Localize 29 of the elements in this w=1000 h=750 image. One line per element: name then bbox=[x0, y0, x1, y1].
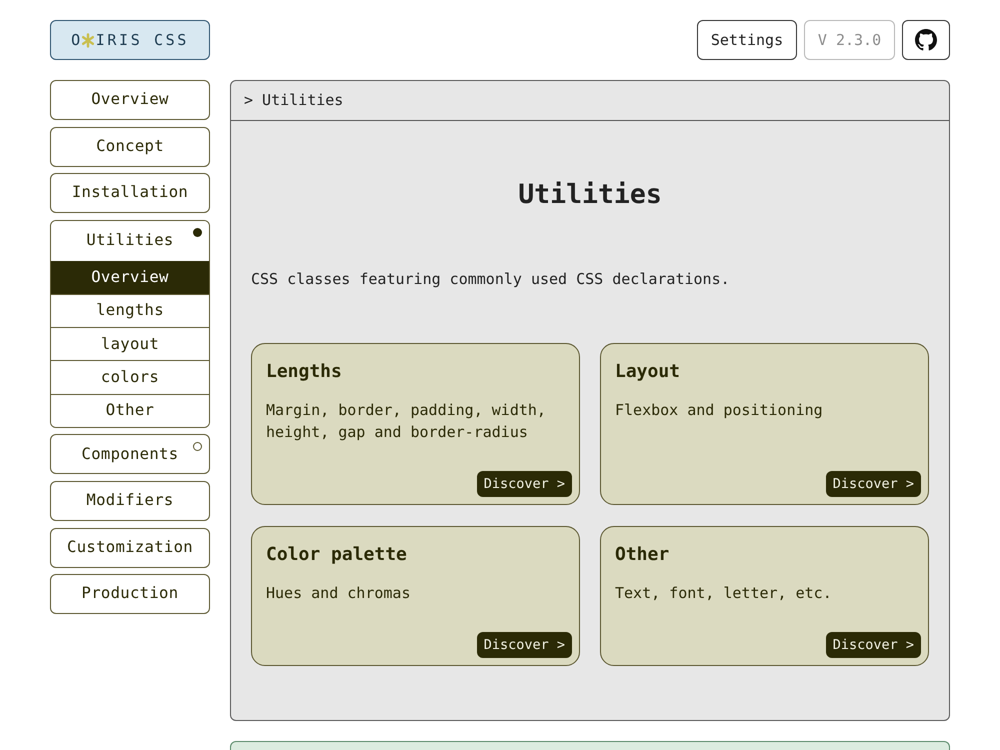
card-title: Other bbox=[615, 543, 670, 567]
card-description: Text, font, letter, etc. bbox=[615, 583, 833, 604]
discover-button[interactable]: Discover > bbox=[826, 471, 921, 497]
page-description: CSS classes featuring commonly used CSS declarations. bbox=[251, 269, 731, 290]
sidebar-subitem[interactable]: Overview bbox=[51, 260, 209, 294]
sidebar-item[interactable]: Concept bbox=[50, 126, 210, 167]
card-title: Lengths bbox=[266, 360, 343, 384]
card-description: Margin, border, padding, width, height, gap and border-radius bbox=[266, 400, 547, 443]
sidebar-item[interactable]: Overview bbox=[50, 80, 210, 120]
card-title: Layout bbox=[615, 360, 682, 384]
card-description: Hues and chromas bbox=[266, 583, 412, 604]
sidebar-item[interactable]: Modifiers bbox=[50, 480, 210, 521]
discover-button[interactable]: Discover > bbox=[476, 471, 572, 497]
discover-button[interactable]: Discover > bbox=[826, 632, 921, 658]
sidebar-item[interactable]: Installation bbox=[50, 173, 210, 214]
github-icon bbox=[915, 29, 937, 51]
sidebar-item[interactable]: Production bbox=[50, 574, 210, 614]
card-description: Flexbox and positioning bbox=[615, 400, 824, 421]
card-title: Color palette bbox=[266, 543, 408, 567]
asterisk-icon bbox=[82, 32, 94, 48]
discover-button[interactable]: Discover > bbox=[476, 632, 572, 658]
settings-button[interactable]: Settings bbox=[697, 20, 797, 60]
page-title: Utilities bbox=[517, 178, 663, 212]
breadcrumb-text: > Utilities bbox=[244, 90, 344, 112]
sidebar-item[interactable]: Components bbox=[50, 434, 210, 474]
sidebar-item[interactable]: Customization bbox=[50, 528, 210, 568]
logo-link[interactable]: O IRIS CSS bbox=[50, 20, 210, 60]
github-button[interactable] bbox=[902, 20, 950, 60]
sidebar-subitem[interactable]: Other bbox=[51, 394, 209, 427]
